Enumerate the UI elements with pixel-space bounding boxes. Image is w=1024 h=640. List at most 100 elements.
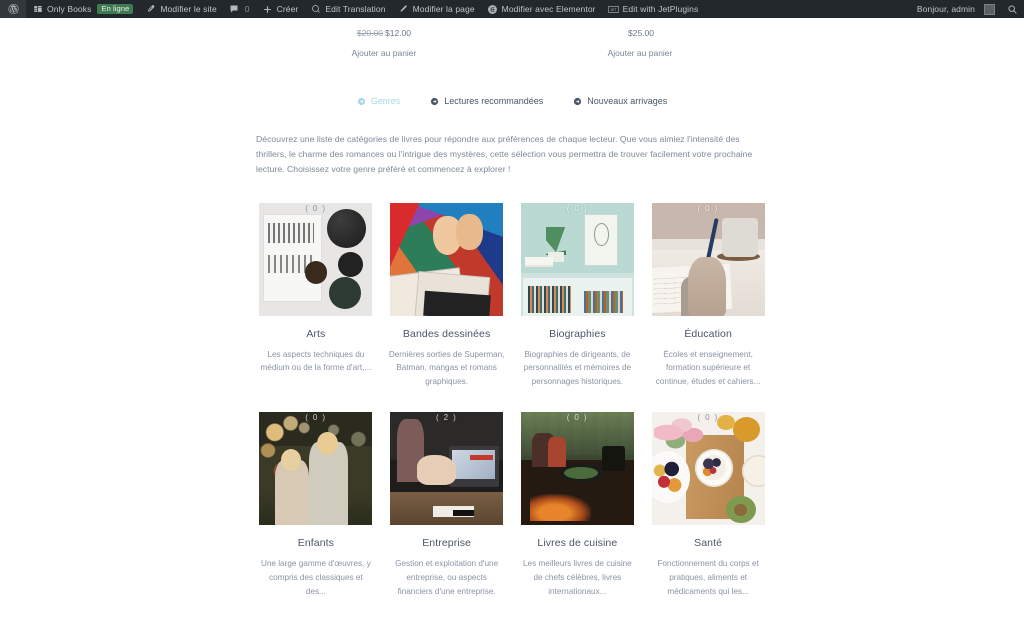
- page-content: $20.00 $12.00 Ajouter au panier $25.00 Aj…: [0, 18, 1024, 640]
- genre-image-livres-de-cuisine[interactable]: ( 0 ): [520, 412, 634, 526]
- comments-button[interactable]: 0: [223, 0, 256, 18]
- avatar: [984, 3, 995, 15]
- original-price: $20.00: [357, 28, 383, 38]
- genre-description: Fonctionnement du corps et pratiques, al…: [657, 559, 759, 596]
- tab-nouveaux-arrivages[interactable]: Nouveaux arrivages: [573, 96, 667, 106]
- genre-description: Biographies de dirigeants, de personnali…: [523, 349, 632, 386]
- tab-lectures-recommandees-label: Lectures recommandées: [444, 96, 544, 106]
- new-content-button[interactable]: Créer: [256, 0, 305, 18]
- edit-page-button[interactable]: Modifier la page: [392, 0, 481, 18]
- genre-card-livres-de-cuisine[interactable]: ( 0 ) Livres de cuisine Les meilleurs li…: [518, 412, 638, 598]
- genre-count-badge: ( 0 ): [697, 203, 719, 213]
- genre-title[interactable]: Bandes dessinées: [387, 328, 507, 340]
- genre-grid-row-2: ( 0 ) Enfants Une large gamme d'œuvres, …: [256, 412, 768, 598]
- edit-with-elementor-label: Modifier avec Elementor: [501, 4, 596, 14]
- genre-card-sante[interactable]: ( 0 ) Santé Fonctionnement du corps et p…: [648, 412, 768, 598]
- genre-description: Dernières sorties de Superman, Batman, m…: [388, 349, 505, 386]
- comments-count: 0: [244, 4, 250, 14]
- comic-books-photo: [390, 202, 504, 316]
- edit-translation-label: Edit Translation: [325, 4, 386, 14]
- genre-title[interactable]: Entreprise: [387, 537, 507, 549]
- add-to-cart-button[interactable]: Ajouter au panier: [512, 48, 768, 58]
- edit-with-jetplugins-button[interactable]: JET Edit with JetPlugins: [602, 0, 705, 18]
- circle-arrow-icon: [574, 97, 582, 105]
- product-card: $20.00 $12.00 Ajouter au panier: [256, 26, 512, 58]
- genre-count-badge: ( 0 ): [566, 203, 588, 213]
- genre-description: Les meilleurs livres de cuisine de chefs…: [522, 559, 632, 596]
- my-account-menu[interactable]: Bonjour, admin: [911, 0, 1001, 18]
- genre-description: Une large gamme d'œuvres, y compris des …: [260, 559, 371, 596]
- customize-brush-icon: [145, 4, 156, 15]
- pencil-icon: [398, 4, 409, 15]
- wp-admin-bar[interactable]: Only Books En ligne Modifier le site 0 C…: [0, 0, 1024, 18]
- genre-image-enfants[interactable]: ( 0 ): [259, 412, 373, 526]
- edit-site-button[interactable]: Modifier le site: [139, 0, 222, 18]
- genre-count-badge: ( 0 ): [697, 413, 719, 423]
- genre-card-enfants[interactable]: ( 0 ) Enfants Une large gamme d'œuvres, …: [256, 412, 376, 598]
- genre-card-education[interactable]: ( 0 ) Éducation Écoles et enseignement, …: [648, 202, 768, 389]
- genre-card-arts[interactable]: ( 0 ) Arts Les aspects techniques du méd…: [256, 202, 376, 389]
- site-name-label: Only Books: [47, 4, 92, 14]
- arts-flatlay-photo: [259, 202, 373, 316]
- genre-title[interactable]: Santé: [648, 537, 768, 549]
- genre-description: Écoles et enseignement, formation supéri…: [655, 349, 761, 386]
- genre-count-badge: ( 2 ): [436, 413, 458, 423]
- admin-bar-left-group: Only Books En ligne Modifier le site 0 C…: [0, 0, 704, 18]
- edit-page-label: Modifier la page: [412, 4, 475, 14]
- outdoor-cooking-photo: [520, 412, 634, 526]
- genre-count-badge: ( 0 ): [305, 203, 327, 213]
- comment-bubble-icon: [229, 4, 240, 15]
- greeting-label: Bonjour, admin: [916, 4, 975, 14]
- tab-nouveaux-arrivages-label: Nouveaux arrivages: [587, 96, 668, 106]
- genre-description: Gestion et exploitation d'une entreprise…: [395, 559, 499, 596]
- dashboard-house-icon: [32, 4, 43, 15]
- genre-title[interactable]: Enfants: [256, 537, 376, 549]
- tab-genres-label: Genres: [370, 96, 401, 106]
- genre-image-arts[interactable]: ( 0 ): [259, 202, 373, 316]
- wordpress-logo-button[interactable]: [0, 0, 26, 18]
- sale-price: $12.00: [385, 28, 411, 38]
- site-name-menu[interactable]: Only Books En ligne: [26, 0, 139, 18]
- edit-translation-button[interactable]: Edit Translation: [304, 0, 391, 18]
- add-to-cart-button[interactable]: Ajouter au panier: [256, 48, 512, 58]
- genre-title[interactable]: Arts: [256, 328, 376, 340]
- edit-with-jetplugins-label: Edit with JetPlugins: [622, 4, 699, 14]
- genre-image-education[interactable]: ( 0 ): [651, 202, 765, 316]
- genre-image-bandes-dessinees[interactable]: [390, 202, 504, 316]
- bookshelf-portrait-photo: [520, 202, 634, 316]
- genre-description: Les aspects techniques du médium ou de l…: [260, 349, 372, 373]
- tab-lectures-recommandees[interactable]: Lectures recommandées: [430, 96, 543, 106]
- genre-image-biographies[interactable]: ( 0 ): [520, 202, 634, 316]
- product-card: $25.00 Ajouter au panier: [512, 26, 768, 58]
- genre-image-entreprise[interactable]: ( 2 ): [390, 412, 504, 526]
- translation-globe-icon: [310, 4, 321, 15]
- online-status-badge: En ligne: [97, 4, 134, 14]
- jetplugins-logo-icon: JET: [607, 4, 619, 15]
- genre-card-biographies[interactable]: ( 0 ) Biographies Biographies de dirigea…: [518, 202, 638, 389]
- healthy-food-flatlay-photo: [651, 412, 765, 526]
- genre-title[interactable]: Livres de cuisine: [518, 537, 638, 549]
- genre-grid-row-1: ( 0 ) Arts Les aspects techniques du méd…: [256, 202, 768, 389]
- genre-count-badge: ( 0 ): [305, 413, 327, 423]
- tab-genres[interactable]: Genres: [357, 96, 401, 106]
- price-row: $25.00: [512, 26, 768, 40]
- edit-with-elementor-button[interactable]: Modifier avec Elementor: [481, 0, 602, 18]
- section-description: Découvrez une liste de catégories de liv…: [256, 134, 753, 175]
- admin-bar-search-button[interactable]: [1001, 0, 1024, 18]
- content-container: $20.00 $12.00 Ajouter au panier $25.00 Aj…: [256, 18, 768, 598]
- svg-text:JET: JET: [610, 7, 616, 11]
- genre-title[interactable]: Éducation: [648, 328, 768, 340]
- circle-arrow-icon: [357, 97, 365, 105]
- genre-card-bandes-dessinees[interactable]: Bandes dessinées Dernières sorties de Su…: [387, 202, 507, 389]
- plus-icon: [262, 4, 273, 15]
- genre-card-entreprise[interactable]: ( 2 ) Entreprise Gestion et exploitation…: [387, 412, 507, 598]
- genre-title[interactable]: Biographies: [518, 328, 638, 340]
- business-meeting-photo: [390, 412, 504, 526]
- wordpress-logo-icon: [8, 3, 19, 15]
- price-row: $20.00 $12.00: [256, 26, 512, 40]
- elementor-logo-icon: [487, 4, 498, 15]
- genre-image-sante[interactable]: ( 0 ): [651, 412, 765, 526]
- product-price-strip: $20.00 $12.00 Ajouter au panier $25.00 Aj…: [256, 18, 768, 58]
- edit-site-label: Modifier le site: [160, 4, 217, 14]
- circle-arrow-icon: [431, 97, 439, 105]
